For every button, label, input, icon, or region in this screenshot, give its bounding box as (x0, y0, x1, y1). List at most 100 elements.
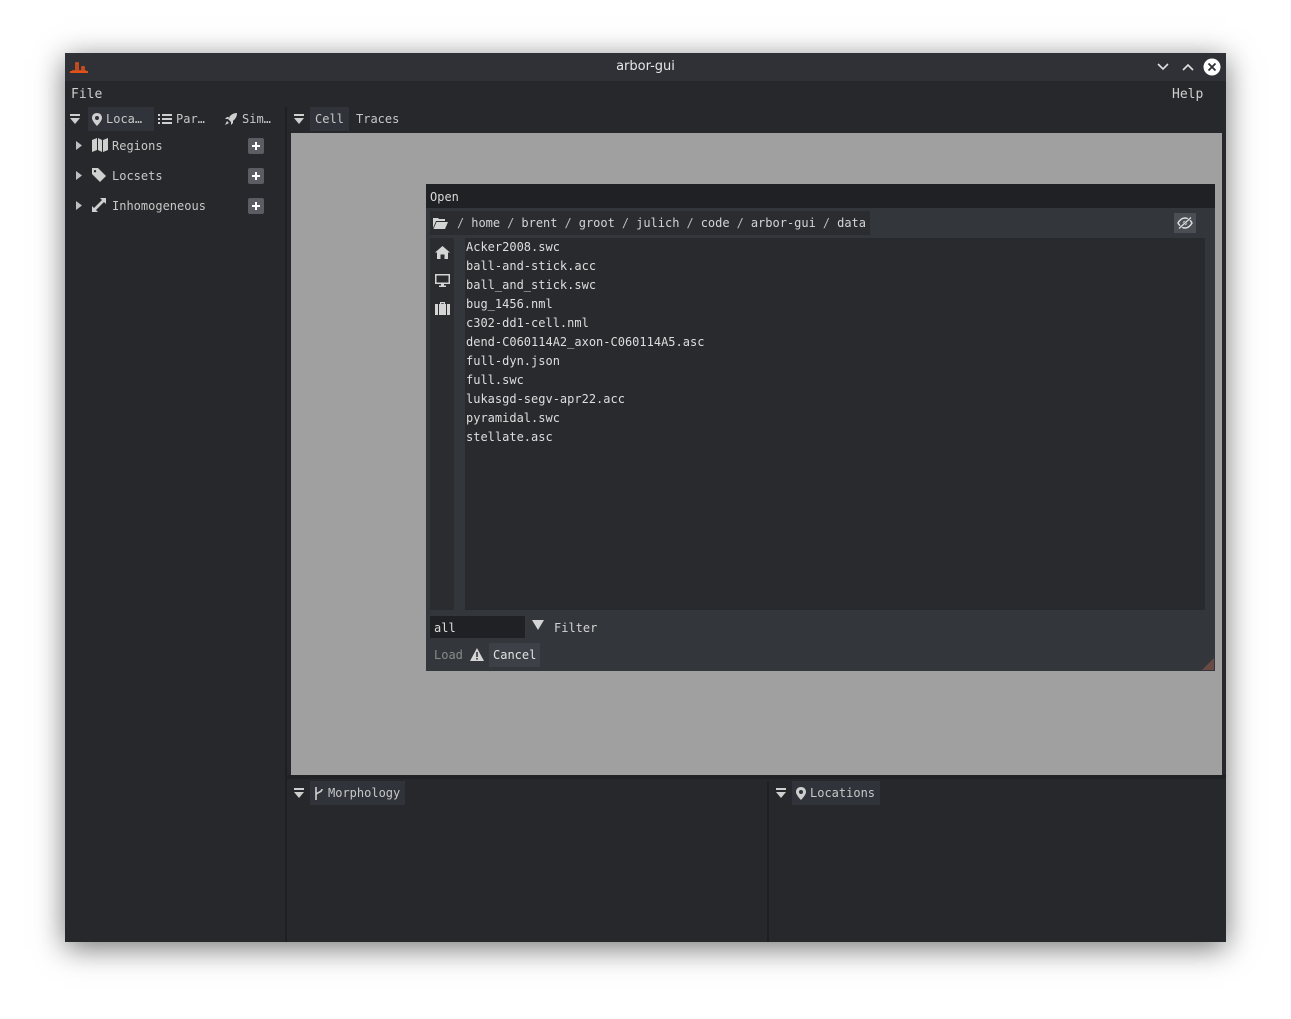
load-button[interactable]: Load (430, 643, 467, 667)
plus-icon (252, 172, 260, 180)
crumb-code[interactable]: code (698, 216, 733, 230)
file-item[interactable]: full-dyn.json (466, 352, 560, 371)
open-dialog: Open / home / brent / groot / julich / c… (426, 184, 1215, 671)
warning-icon (470, 648, 484, 661)
desktop-icon[interactable] (435, 274, 450, 287)
tab-locations-bottom-label: Locations (810, 786, 876, 800)
path-separator: / (621, 216, 630, 230)
tab-cell[interactable]: Cell (310, 107, 349, 131)
main-window: arbor-gui File Help Loca… Par… Sim… Regi… (65, 53, 1226, 942)
tab-simulation[interactable]: Sim… (224, 107, 271, 131)
dock-menu-icon (294, 114, 304, 124)
maximize-button[interactable] (1178, 57, 1198, 77)
dock-menu-icon (776, 788, 786, 798)
cancel-button[interactable]: Cancel (489, 643, 541, 667)
file-item[interactable]: pyramidal.swc (466, 409, 560, 428)
tab-traces[interactable]: Traces (356, 107, 399, 131)
add-inhomogeneous-button[interactable] (248, 198, 264, 214)
folder-open-icon[interactable] (433, 217, 448, 229)
expand-arrow-icon (76, 201, 82, 210)
title-bar[interactable]: arbor-gui (65, 53, 1226, 81)
file-item[interactable]: lukasgd-segv-apr22.acc (466, 390, 625, 409)
horizontal-divider[interactable] (287, 775, 1226, 779)
tab-parameters-label: Par… (176, 112, 205, 126)
morphology-tabbar-menu-button[interactable] (293, 781, 305, 805)
chevron-down-icon (1157, 63, 1169, 71)
center-tabbar: Cell Traces (289, 107, 1226, 131)
tree-row-regions[interactable]: Regions (65, 133, 283, 159)
menu-help[interactable]: Help (1172, 87, 1203, 102)
tab-cell-label: Cell (315, 112, 344, 126)
file-item[interactable]: Acker2008.swc (466, 238, 560, 257)
expand-arrows-icon (92, 198, 106, 212)
path-separator: / (507, 216, 515, 230)
minimize-button[interactable] (1153, 57, 1173, 77)
path-separator: / (564, 216, 572, 230)
tree-label-inhomogeneous: Inhomogeneous (112, 199, 206, 213)
menu-file[interactable]: File (71, 87, 102, 102)
crumb-data[interactable]: data (834, 216, 870, 230)
locations-tabbar: Locations (769, 781, 1226, 805)
locations-tabbar-menu-button[interactable] (775, 781, 787, 805)
breadcrumb: / home / brent / groot / julich / code /… (430, 211, 870, 235)
file-item[interactable]: ball-and-stick.acc (466, 257, 596, 276)
close-icon (1203, 58, 1221, 76)
tree-label-locsets: Locsets (112, 169, 163, 183)
crumb-julich[interactable]: julich (633, 216, 682, 230)
add-locset-button[interactable] (248, 168, 264, 184)
tree-row-locsets[interactable]: Locsets (65, 163, 283, 189)
path-separator: / (686, 216, 694, 230)
path-separator: / (822, 216, 831, 230)
map-marker-icon (796, 786, 806, 800)
crumb-groot[interactable]: groot (576, 216, 618, 230)
file-item[interactable]: bug_1456.nml (466, 295, 553, 314)
window-title: arbor-gui (616, 59, 675, 74)
tab-locations[interactable]: Loca… (88, 107, 154, 131)
file-item[interactable]: full.swc (466, 371, 524, 390)
expand-arrow-icon (76, 171, 82, 180)
file-item[interactable]: dend-C060114A2_axon-C060114A5.asc (466, 333, 704, 352)
crumb-brent[interactable]: brent (518, 216, 560, 230)
filter-value: all (434, 621, 456, 635)
places-sidebar (430, 238, 454, 610)
tab-parameters[interactable]: Par… (158, 107, 205, 131)
file-item[interactable]: c302-dd1-cell.nml (466, 314, 589, 333)
center-tabbar-menu-button[interactable] (293, 107, 305, 131)
crumb-arbor-gui[interactable]: arbor-gui (748, 216, 819, 230)
left-tabbar-menu-button[interactable] (69, 107, 81, 131)
map-icon (92, 138, 108, 152)
dialog-title: Open (430, 190, 459, 204)
plus-icon (252, 142, 260, 150)
tree-row-inhomogeneous[interactable]: Inhomogeneous (65, 193, 283, 219)
filter-select[interactable]: all (430, 616, 525, 638)
dock-menu-icon (70, 114, 80, 124)
tab-traces-label: Traces (356, 112, 400, 126)
tab-locations-label: Loca… (106, 112, 143, 126)
list-icon (158, 114, 172, 124)
path-separator: / (736, 216, 744, 230)
locations-pane: Locations (769, 781, 1226, 942)
file-list: Acker2008.swc ball-and-stick.acc ball_an… (465, 238, 1205, 610)
toggle-hidden-files-button[interactable] (1174, 213, 1196, 233)
home-icon[interactable] (435, 246, 450, 259)
tab-morphology[interactable]: Morphology (310, 781, 406, 805)
tab-locations-bottom[interactable]: Locations (792, 781, 881, 805)
crumb-home[interactable]: home (468, 216, 503, 230)
add-region-button[interactable] (248, 138, 264, 154)
morphology-pane: Morphology (287, 781, 767, 942)
file-item[interactable]: ball_and_stick.swc (466, 276, 596, 295)
briefcase-icon[interactable] (435, 302, 450, 315)
file-item[interactable]: stellate.asc (466, 428, 553, 447)
close-button[interactable] (1202, 57, 1222, 77)
menu-bar: File Help (65, 81, 1226, 107)
tree-label-regions: Regions (112, 139, 163, 153)
tab-simulation-label: Sim… (242, 112, 271, 126)
tab-morphology-label: Morphology (328, 786, 401, 800)
tag-icon (92, 168, 106, 182)
dropdown-arrow-icon[interactable] (532, 620, 544, 630)
resize-grip-icon[interactable] (1202, 658, 1214, 670)
left-tabbar: Loca… Par… Sim… (65, 107, 285, 131)
dialog-title-bar[interactable]: Open (426, 184, 1215, 208)
plus-icon (252, 202, 260, 210)
rocket-icon (225, 113, 237, 125)
